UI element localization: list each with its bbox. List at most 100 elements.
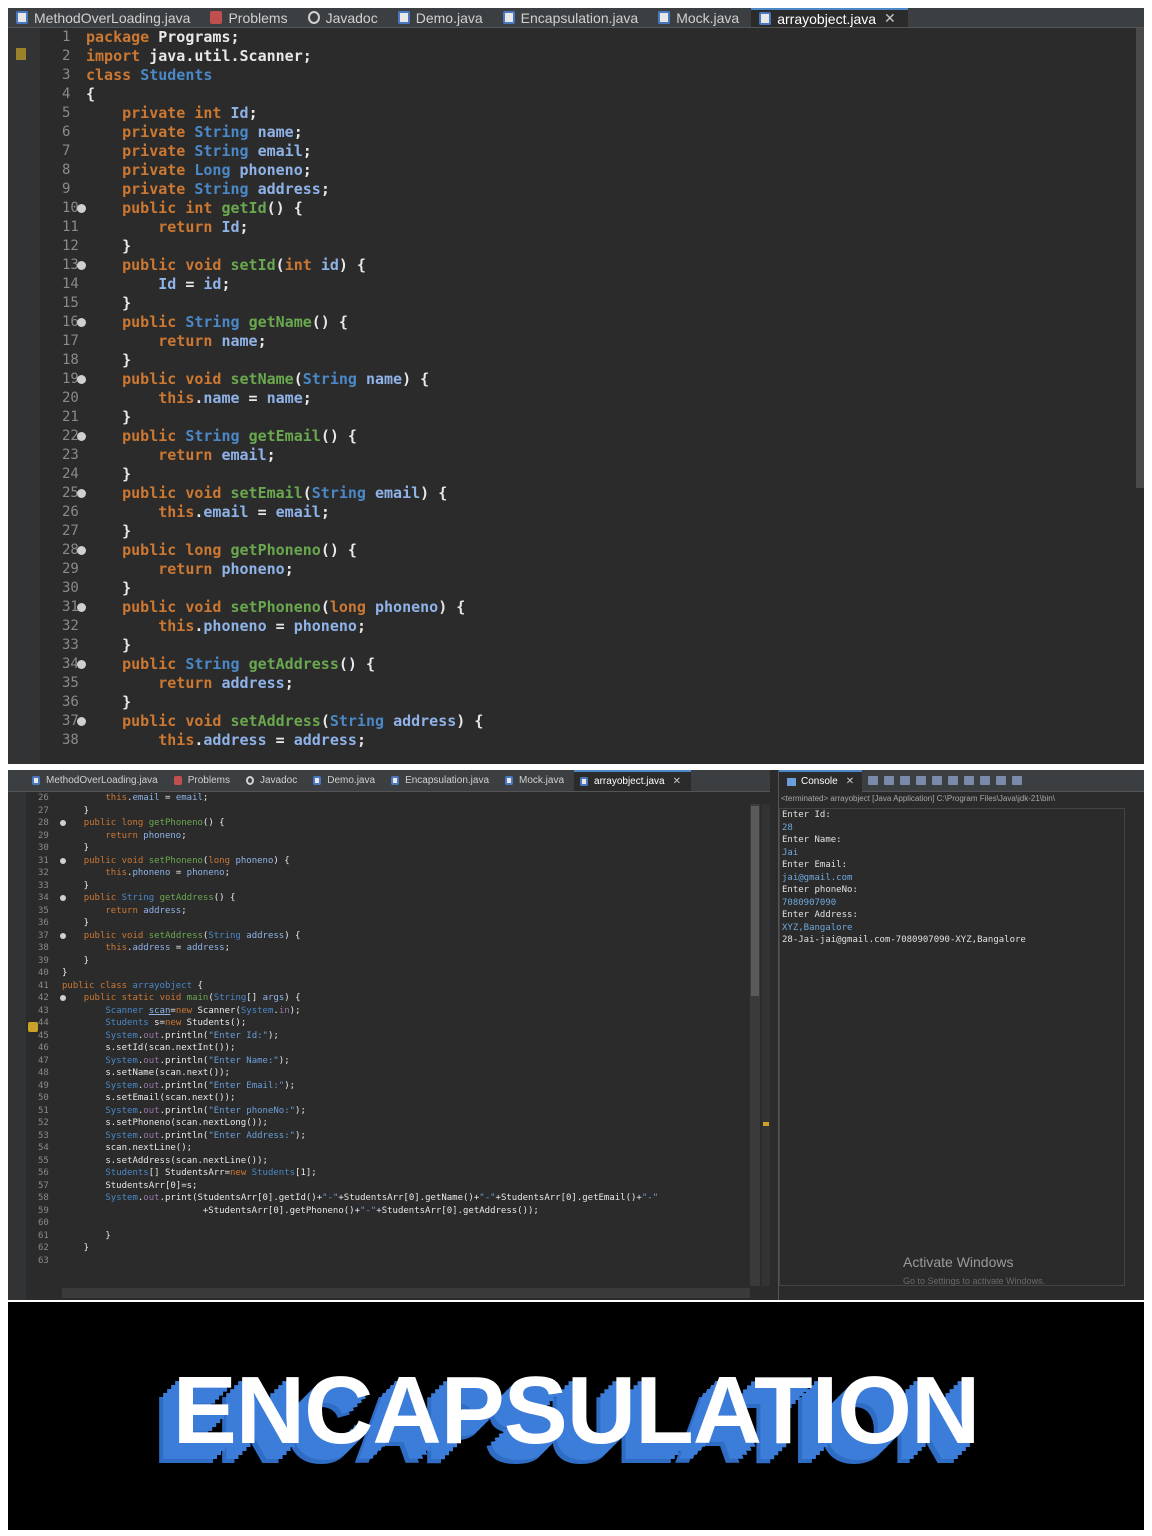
warning-marker[interactable] (763, 1122, 769, 1126)
code-line: public int getId() { (122, 199, 303, 217)
console-input-line: XYZ,Bangalore (782, 922, 853, 933)
console-input-line: 28 (782, 822, 793, 833)
java-file-icon (505, 776, 514, 785)
console-tab-bar: Console ✕ (779, 770, 1144, 792)
line-number: 2 (62, 48, 71, 64)
vertical-scrollbar[interactable] (750, 804, 760, 1286)
editor-tab-bar: MethodOverLoading.java Problems Javadoc … (8, 770, 770, 792)
console-output-line: Enter Address: (782, 910, 858, 920)
tab-encapsulation[interactable]: Encapsulation.java (495, 8, 651, 27)
left-marker-strip (8, 770, 26, 1300)
code-line: } (86, 237, 132, 255)
code-line: this.phoneno = phoneno; (105, 868, 231, 878)
code-editor[interactable]: this.email = email; } public long getPho… (62, 792, 752, 1286)
code-line: public void setId(int id) { (122, 256, 366, 274)
tab-problems[interactable]: Problems (202, 8, 299, 27)
tab-encapsulation[interactable]: Encapsulation.java (385, 770, 499, 791)
scrollbar-thumb[interactable] (751, 806, 759, 996)
code-line: +StudentsArr[0].getPhoneno()+"-"+Student… (62, 1205, 539, 1216)
code-line: return address; (105, 905, 187, 916)
tab-mock[interactable]: Mock.java (650, 8, 751, 27)
code-line: } (62, 805, 90, 816)
vertical-scrollbar[interactable] (1136, 28, 1144, 488)
pin-console-icon[interactable] (964, 776, 975, 785)
tab-arrayobject[interactable]: arrayobject.java ✕ (574, 770, 692, 791)
line-number: 5 (62, 105, 71, 121)
line-number: 33 (62, 637, 79, 653)
line-number: 30 (62, 580, 79, 596)
line-number: 26 (62, 504, 79, 520)
tab-methodoverloading[interactable]: MethodOverLoading.java (8, 8, 202, 27)
java-file-icon (759, 12, 772, 25)
line-number: 18 (62, 352, 79, 368)
close-icon[interactable]: ✕ (884, 10, 896, 27)
console-output-line: Enter Name: (782, 835, 842, 845)
word-wrap-icon[interactable] (948, 776, 959, 785)
code-line: return email; (158, 446, 276, 464)
tab-demo[interactable]: Demo.java (307, 770, 385, 791)
scroll-lock-icon[interactable] (932, 776, 943, 785)
code-line: private int Id; (122, 104, 258, 122)
line-number: 36 (62, 694, 79, 710)
tab-arrayobject[interactable]: arrayobject.java ✕ (751, 8, 908, 27)
code-line: s.setAddress(scan.nextLine()); (62, 1155, 268, 1166)
code-line: public String getEmail() { (122, 427, 357, 445)
terminate-icon[interactable] (868, 776, 879, 785)
close-icon[interactable]: ✕ (846, 776, 854, 787)
remove-all-icon[interactable] (900, 776, 911, 785)
tab-mock[interactable]: Mock.java (499, 770, 574, 791)
line-number: 37 (40, 712, 86, 731)
code-line: public long getPhoneno() { (83, 818, 225, 828)
line-number: 38 (62, 732, 79, 748)
tab-label: Mock.java (519, 775, 565, 786)
code-line: s.setId(scan.nextInt()); (62, 1043, 236, 1053)
tab-label: Demo.java (327, 775, 376, 786)
code-line: } (62, 968, 68, 978)
horizontal-scrollbar[interactable] (62, 1288, 750, 1298)
java-file-icon (580, 777, 589, 786)
tab-problems[interactable]: Problems (168, 770, 240, 791)
code-line: System.out.println("Enter phoneNo:"); (105, 1105, 306, 1116)
java-file-icon (16, 11, 28, 24)
code-line: s.setPhoneno(scan.nextLong()); (62, 1118, 268, 1128)
line-number: 14 (62, 276, 79, 292)
console-output[interactable]: Enter Id: 28 Enter Name: Jai Enter Email: jai… (779, 808, 1125, 1286)
overview-ruler (762, 804, 770, 1286)
java-file-icon (502, 11, 515, 24)
clear-console-icon[interactable] (916, 776, 927, 785)
minimize-icon[interactable] (1012, 776, 1023, 785)
tab-javadoc[interactable]: Javadoc (240, 770, 307, 791)
line-number-gutter: 26 27 28 29 30 31 32 33 34 35 36 37 38 39 40 41 42 43 44 45… (26, 792, 66, 1286)
java-file-icon (313, 776, 322, 785)
line-number: 27 (62, 523, 79, 539)
console-input-line: 7080907090 (782, 897, 837, 908)
tab-methodoverloading[interactable]: MethodOverLoading.java (26, 770, 168, 791)
code-line: StudentsArr[0]=s; (62, 1180, 198, 1191)
code-line: return phoneno; (105, 830, 187, 841)
code-line: s.setEmail(scan.next()); (62, 1093, 236, 1103)
close-icon[interactable]: ✕ (673, 776, 681, 787)
line-number: 19 (40, 370, 86, 389)
code-line: return Id; (158, 218, 249, 236)
console-output-line: Enter Email: (782, 860, 848, 870)
code-line: } (62, 1230, 111, 1241)
remove-launch-icon[interactable] (884, 776, 895, 785)
tab-demo[interactable]: Demo.java (390, 8, 495, 27)
line-number: 22 (40, 427, 86, 446)
code-line: } (62, 1243, 90, 1253)
banner-title: ENCAPSULATION (172, 1357, 981, 1464)
code-line: class Students (86, 66, 213, 84)
display-console-icon[interactable] (980, 776, 991, 785)
code-line: return address; (158, 674, 294, 692)
code-line: public void setAddress(String address) { (83, 930, 301, 941)
tab-javadoc[interactable]: Javadoc (300, 8, 390, 27)
code-line: } (86, 408, 132, 426)
code-editor[interactable]: package Programs; import java.util.Scann… (86, 28, 1136, 764)
tab-label: MethodOverLoading.java (46, 775, 158, 786)
tab-console[interactable]: Console ✕ (779, 770, 863, 792)
open-console-icon[interactable] (996, 776, 1007, 785)
java-file-icon (32, 776, 40, 785)
java-file-icon (658, 11, 671, 24)
tab-label: arrayobject.java (594, 776, 665, 787)
